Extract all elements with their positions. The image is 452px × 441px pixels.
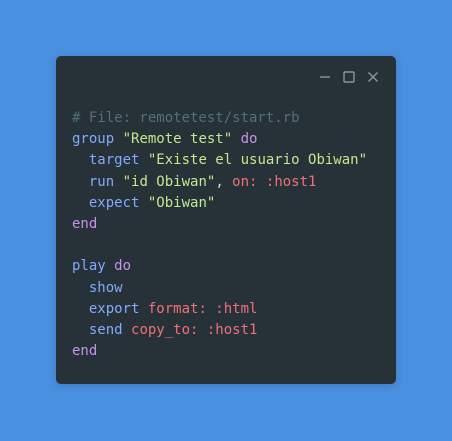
- code-token-plain: ,: [215, 173, 233, 190]
- code-token-symbol: format: :html: [147, 300, 258, 317]
- code-token-method: run: [88, 173, 115, 190]
- code-token-method: show: [88, 279, 123, 296]
- code-token-method: export: [88, 300, 140, 317]
- code-line: show: [72, 278, 367, 299]
- code-line: send copy_to: :host1: [72, 320, 367, 341]
- code-block: # File: remotetest/start.rb group "Remote…: [72, 108, 367, 362]
- code-token-string: "Remote test": [122, 131, 233, 148]
- code-line: end: [72, 341, 367, 362]
- code-token-symbol: copy_to: :host1: [131, 321, 258, 338]
- code-line: end: [72, 214, 367, 235]
- code-token-comment: # File: remotetest/start.rb: [72, 110, 300, 126]
- code-token-method: play: [72, 258, 106, 275]
- code-line: play do: [72, 256, 367, 277]
- code-token-method: group: [72, 131, 115, 148]
- maximize-icon[interactable]: [342, 70, 356, 84]
- close-icon[interactable]: [366, 70, 380, 84]
- window-controls: [318, 70, 380, 84]
- code-token-symbol: on: :host1: [232, 173, 317, 190]
- code-token-string: "id Obiwan": [122, 173, 216, 190]
- code-line: # File: remotetest/start.rb: [72, 108, 367, 129]
- code-line: expect "Obiwan": [72, 193, 367, 214]
- code-token-keyword: do: [114, 258, 132, 275]
- code-window: # File: remotetest/start.rb group "Remote…: [56, 56, 396, 384]
- code-token-keyword: do: [240, 131, 258, 148]
- code-line: target "Existe el usuario Obiwan": [72, 150, 367, 171]
- code-line: export format: :html: [72, 299, 367, 320]
- code-token-method: expect: [88, 194, 140, 211]
- code-token-string: "Existe el usuario Obiwan": [147, 152, 368, 169]
- minimize-icon[interactable]: [318, 70, 332, 84]
- code-token-keyword: end: [72, 215, 98, 232]
- code-line: group "Remote test" do: [72, 129, 367, 150]
- code-token-keyword: end: [72, 343, 98, 360]
- code-token-string: "Obiwan": [147, 194, 216, 211]
- code-token-method: target: [88, 152, 140, 169]
- code-line: run "id Obiwan", on: :host1: [72, 172, 367, 193]
- code-token-method: send: [88, 321, 123, 338]
